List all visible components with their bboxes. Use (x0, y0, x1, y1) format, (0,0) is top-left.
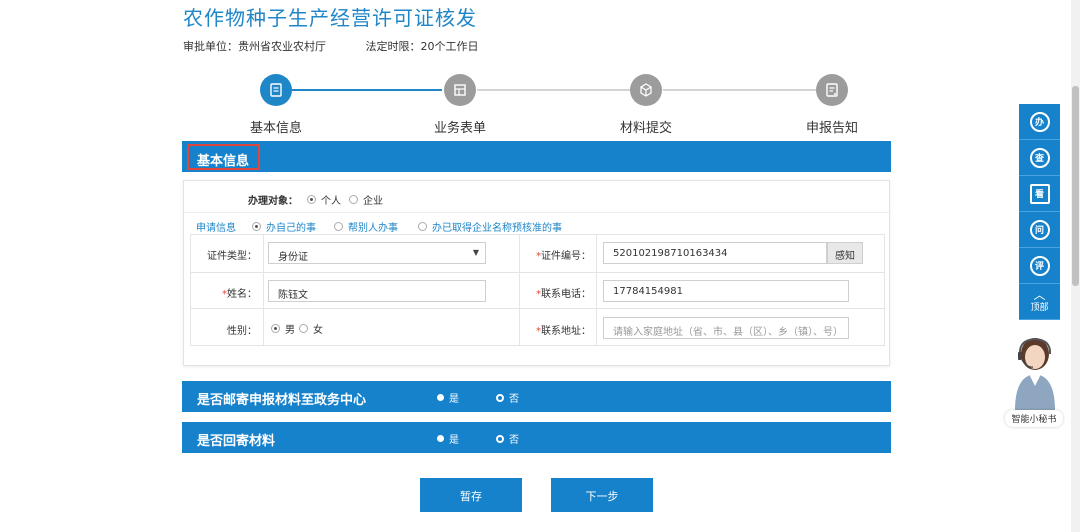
assistant-avatar-icon (1015, 337, 1055, 410)
ask-icon: 问 (1029, 219, 1050, 240)
mail-no-radio[interactable]: 否 (496, 390, 519, 405)
step-label: 业务表单 (433, 121, 486, 136)
return-yes-radio[interactable]: 是 (437, 431, 459, 446)
assistant-label: 智能小秘书 (1005, 410, 1063, 427)
step-label: 基本信息 (249, 121, 302, 136)
divider (191, 308, 884, 309)
save-draft-button[interactable]: 暂存 (420, 478, 522, 512)
radio-checked-icon (271, 324, 280, 333)
smart-assistant[interactable]: 智能小秘书 (1005, 330, 1065, 430)
basic-info-title: 基本信息 (187, 144, 260, 170)
step-notice[interactable]: 申报告知 (787, 74, 877, 136)
rate-icon: 评 (1029, 255, 1050, 276)
name-label: *姓名： (222, 289, 257, 300)
basic-info-header: 基本信息 (182, 141, 891, 172)
form-icon (444, 74, 476, 106)
tool-search[interactable]: 查 (1019, 140, 1060, 176)
id-number-field[interactable]: 520102198710163434 (603, 242, 827, 264)
document-icon (260, 74, 292, 106)
radio-unchecked-icon (299, 324, 308, 333)
page-scrollbar[interactable] (1071, 0, 1080, 532)
tool-view[interactable]: 看 (1019, 176, 1060, 212)
gender-label: 性别： (227, 326, 257, 337)
radio-own-affairs[interactable]: 办自己的事 (252, 219, 316, 234)
radio-unchecked-icon (349, 195, 358, 204)
address-field[interactable]: 请输入家庭地址（省、市、县（区）、乡（镇）、号） (603, 317, 849, 339)
side-toolbar: 办 查 看 问 评 ︿ 顶部 (1019, 104, 1060, 320)
mail-yes-radio[interactable]: 是 (437, 390, 459, 405)
phone-label: *联系电话： (536, 289, 591, 300)
divider (519, 235, 520, 345)
next-step-button[interactable]: 下一步 (551, 478, 653, 512)
handle-icon: 办 (1029, 111, 1050, 132)
radio-male[interactable]: 男 (271, 321, 295, 336)
sense-button[interactable]: 感知 (827, 242, 863, 264)
tool-handle[interactable]: 办 (1019, 104, 1060, 140)
divider (263, 235, 264, 345)
tool-rate[interactable]: 评 (1019, 248, 1060, 284)
step-material-submit[interactable]: 材料提交 (601, 74, 691, 136)
radio-icon (437, 394, 444, 401)
approval-unit: 审批单位：贵州省农业农村厅 (183, 40, 326, 53)
mail-materials-row: 是否邮寄申报材料至政务中心 是 否 (182, 381, 891, 412)
basic-info-form: 办理对象： 个人 企业 申请信息 办自己的事 帮别人办事 办已取得企业名称预核准… (183, 180, 890, 366)
step-business-form[interactable]: 业务表单 (415, 74, 505, 136)
back-to-top-button[interactable]: ︿ 顶部 (1019, 284, 1060, 320)
radio-female[interactable]: 女 (299, 321, 323, 336)
radio-selected-icon (496, 434, 504, 443)
chevron-up-icon: ︿ (1033, 288, 1046, 302)
radio-unchecked-icon (418, 222, 427, 231)
id-type-label: 证件类型： (207, 251, 257, 262)
divider (191, 272, 884, 273)
return-no-radio[interactable]: 否 (496, 431, 519, 446)
handle-object-row: 办理对象： 个人 企业 (184, 181, 889, 213)
radio-selected-icon (496, 393, 504, 402)
approval-info: 审批单位：贵州省农业农村厅 法定时限：20个工作日 (183, 38, 515, 54)
view-icon: 看 (1029, 183, 1050, 204)
return-materials-row: 是否回寄材料 是 否 (182, 422, 891, 453)
radio-person[interactable]: 个人 (307, 192, 341, 207)
id-number-label: *证件编号： (536, 251, 591, 262)
time-limit: 法定时限：20个工作日 (365, 40, 479, 53)
step-label: 材料提交 (619, 121, 672, 136)
box-icon (630, 74, 662, 106)
step-basic-info[interactable]: 基本信息 (231, 74, 321, 136)
apply-info-label: 申请信息 (196, 223, 236, 234)
address-label: *联系地址： (536, 326, 591, 337)
step-label: 申报告知 (805, 121, 858, 136)
name-field[interactable]: 陈钰文 (268, 280, 486, 302)
notice-icon (816, 74, 848, 106)
radio-checked-icon (307, 195, 316, 204)
radio-preapproved-enterprise[interactable]: 办已取得企业名称预核准的事 (418, 219, 562, 234)
radio-help-others[interactable]: 帮别人办事 (334, 219, 398, 234)
handle-object-label: 办理对象： (248, 196, 298, 207)
search-icon: 查 (1029, 147, 1050, 168)
radio-icon (437, 435, 444, 442)
radio-unchecked-icon (334, 222, 343, 231)
page-title: 农作物种子生产经营许可证核发 (183, 6, 477, 30)
dropdown-arrow-icon: ▼ (472, 248, 479, 257)
phone-field[interactable]: 17784154981 (603, 280, 849, 302)
radio-checked-icon (252, 222, 261, 231)
divider (596, 235, 597, 345)
applicant-fields-grid: 证件类型： 身份证 ▼ *证件编号： 520102198710163434 感知… (190, 234, 885, 346)
scrollbar-thumb[interactable] (1072, 86, 1079, 286)
return-question: 是否回寄材料 (197, 434, 276, 449)
progress-steps: 基本信息 业务表单 材料提交 申报告知 (0, 72, 1080, 142)
radio-enterprise[interactable]: 企业 (349, 192, 383, 207)
tool-ask[interactable]: 问 (1019, 212, 1060, 248)
id-type-select[interactable]: 身份证 ▼ (268, 242, 486, 264)
mail-question: 是否邮寄申报材料至政务中心 (197, 393, 367, 408)
